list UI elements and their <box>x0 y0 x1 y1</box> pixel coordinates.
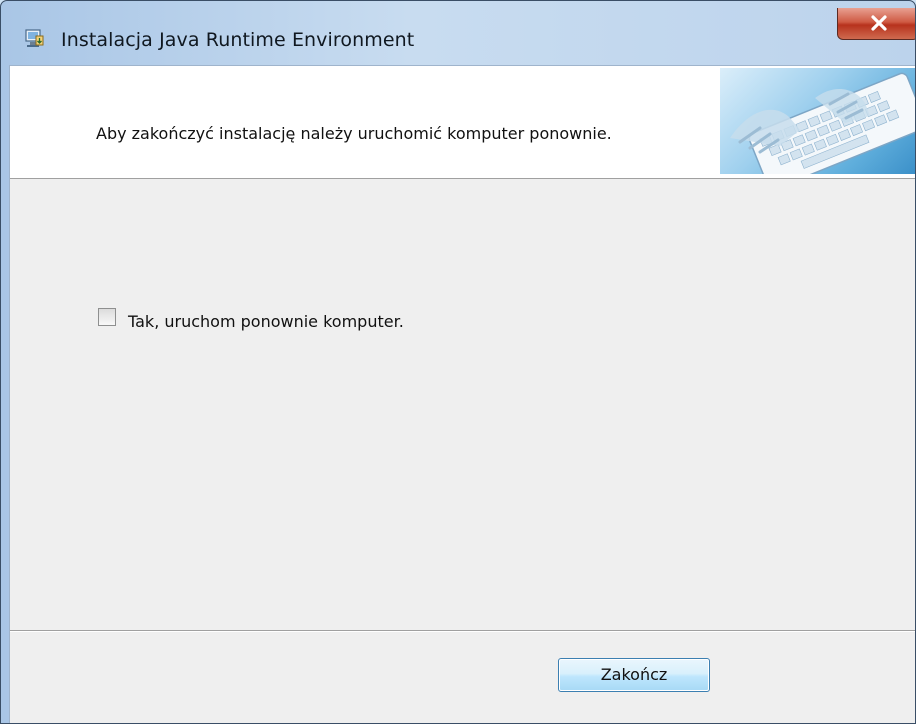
window-title: Instalacja Java Runtime Environment <box>61 29 415 51</box>
finish-button[interactable]: Zakończ <box>558 658 710 692</box>
keyboard-image <box>720 68 915 174</box>
restart-checkbox[interactable] <box>98 308 116 326</box>
installer-icon <box>23 27 45 49</box>
footer-divider <box>10 630 915 632</box>
title-bar[interactable]: Instalacja Java Runtime Environment <box>1 1 915 51</box>
installer-window: Instalacja Java Runtime Environment Aby … <box>0 0 916 724</box>
close-icon <box>871 15 887 31</box>
close-button[interactable] <box>837 8 915 40</box>
dialog-client-area: Aby zakończyć instalację należy uruchomi… <box>9 65 915 723</box>
header-banner: Aby zakończyć instalację należy uruchomi… <box>10 66 915 179</box>
restart-checkbox-label[interactable]: Tak, uruchom ponownie komputer. <box>128 312 404 331</box>
restart-message: Aby zakończyć instalację należy uruchomi… <box>96 124 612 143</box>
